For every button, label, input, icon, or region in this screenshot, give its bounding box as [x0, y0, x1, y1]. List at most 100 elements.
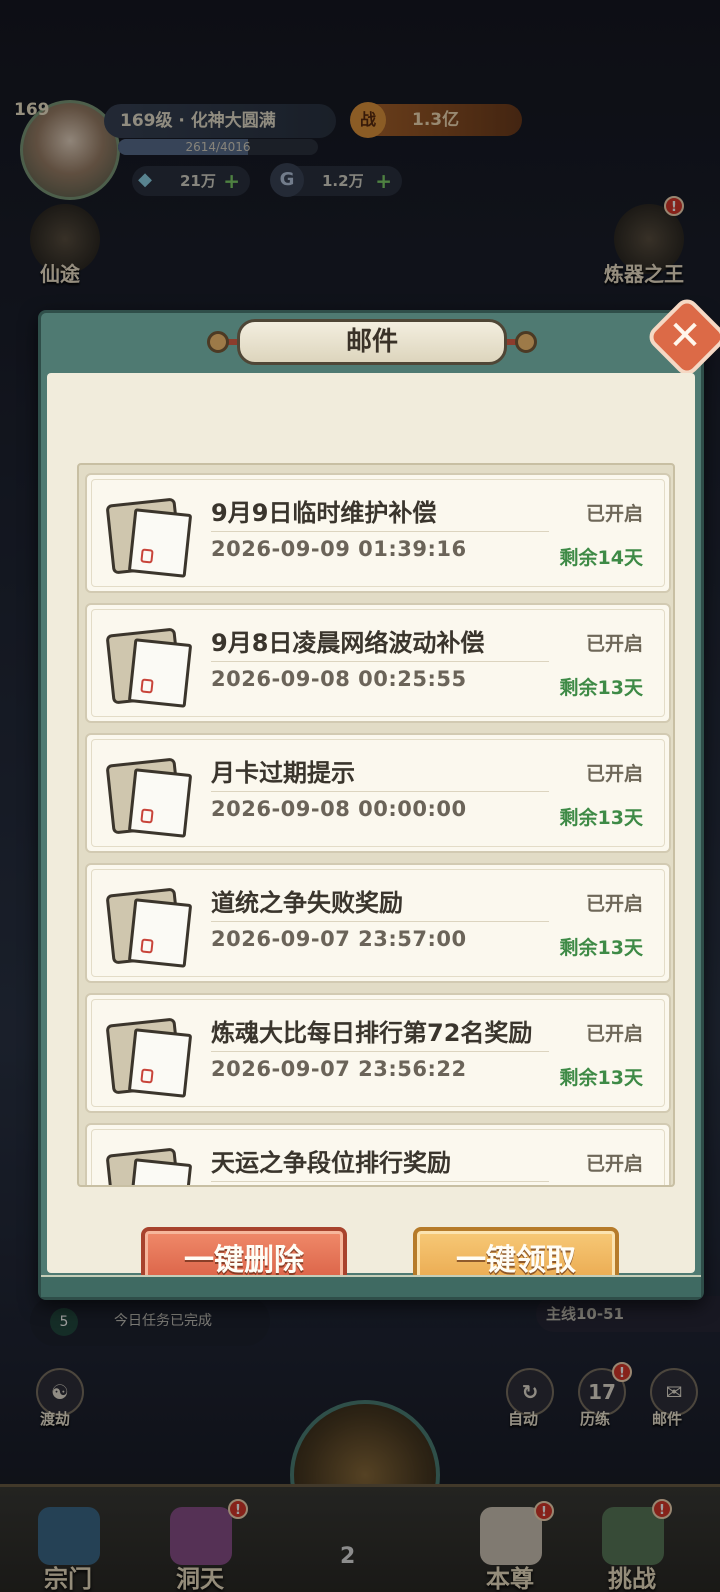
seal-stamp [140, 938, 154, 954]
mail-time: 2026-09-09 01:39:16 [211, 537, 467, 561]
dialog-title: 邮件 [237, 319, 507, 365]
task-count: 5 [50, 1308, 78, 1336]
letter-paper [127, 768, 193, 838]
mail-list[interactable]: 9月9日临时维护补偿 2026-09-09 01:39:16 已开启 剩余14天 9月8… [77, 463, 675, 1187]
lilian-badge: ! [612, 1362, 632, 1382]
currency2-value: 1.2万 [322, 172, 364, 190]
cave-icon [170, 1507, 232, 1565]
mail-time: 2026-09-08 00:00:00 [211, 797, 467, 821]
mail-title: 9月9日临时维护补偿 [211, 499, 437, 527]
coin-icon: G [270, 163, 304, 197]
mail-title: 炼魂大比每日排行第72名奖励 [211, 1019, 533, 1047]
mail-status: 已开启 [585, 633, 643, 655]
mail-status: 已开启 [585, 503, 643, 525]
mail-time: 2026-09-07 23:56:22 [211, 1057, 467, 1081]
mail-status: 已开启 [585, 1153, 643, 1175]
daily-task-bar[interactable]: 5 今日任务已完成 [30, 1296, 270, 1346]
mail-item[interactable]: 天运之争段位排行奖励 已开启 [85, 1123, 671, 1185]
mail-remaining: 剩余13天 [559, 807, 643, 829]
mail-item[interactable]: 9月9日临时维护补偿 2026-09-09 01:39:16 已开启剩余14天 [85, 473, 671, 593]
mail-divider [211, 661, 549, 662]
exp-bar: 2614/4016 [118, 139, 318, 155]
mail-remaining: 剩余13天 [559, 937, 643, 959]
center-count: 2 [340, 1544, 356, 1569]
nav-cave-badge: ! [228, 1499, 248, 1519]
mail-time: 2026-09-08 00:25:55 [211, 667, 467, 691]
nav-challenge-label: 挑战 [608, 1565, 656, 1592]
nav-sect-label: 宗门 [44, 1565, 92, 1592]
seal-stamp [140, 808, 154, 824]
mail-divider [211, 1051, 549, 1052]
mail-title: 道统之争失败奖励 [211, 889, 403, 917]
letter-paper [127, 1158, 193, 1185]
nav-challenge[interactable]: ! 挑战 [582, 1499, 682, 1592]
forge-king-label: 炼器之王 [604, 262, 684, 286]
mail-remaining: 剩余13天 [559, 1067, 643, 1089]
dujie-label: 渡劫 [40, 1410, 71, 1428]
mail-envelope-icon [105, 755, 193, 838]
mail-envelope-icon [105, 1145, 193, 1185]
close-icon[interactable]: ✕ [657, 309, 713, 365]
nav-cave[interactable]: ! 洞天 [150, 1499, 250, 1592]
lilian-label: 历练 [580, 1410, 611, 1428]
mail-time: 2026-09-07 23:57:00 [211, 927, 467, 951]
nav-challenge-badge: ! [652, 1499, 672, 1519]
letter-paper [127, 508, 193, 578]
dialog-body: 9月9日临时维护补偿 2026-09-09 01:39:16 已开启 剩余14天 9月8… [47, 373, 695, 1295]
dialog-bottom-trim [41, 1275, 701, 1297]
main-stage[interactable]: 主线10-51 [536, 1296, 720, 1332]
mail-item[interactable]: 道统之争失败奖励 2026-09-07 23:57:00 已开启剩余13天 [85, 863, 671, 983]
spirit-stone-resource: ◆ 21万 + [132, 166, 250, 196]
mail-remaining: 剩余14天 [559, 547, 643, 569]
exp-text: 2614/4016 [185, 140, 251, 154]
mail-divider [211, 791, 549, 792]
nav-cave-label: 洞天 [176, 1565, 224, 1592]
mail-dialog: 邮件 ✕ 9月9日临时维护补偿 2026-09-09 01:39:16 已开启 剩余1… [38, 294, 720, 1300]
seal-stamp [140, 678, 154, 694]
title-knob-left [207, 331, 229, 353]
realm-label: 169级 · 化神大圆满 [104, 104, 336, 138]
mail-title: 9月8日凌晨网络波动补偿 [211, 629, 485, 657]
avatar-level: 169 [14, 100, 50, 120]
auto-label: 自动 [508, 1410, 539, 1428]
forge-king-badge: ! [664, 196, 684, 216]
seal-stamp [140, 548, 154, 564]
title-knob-right [515, 331, 537, 353]
add-spirit-stone-button[interactable]: + [223, 166, 240, 196]
letter-paper [127, 898, 193, 968]
nav-self-badge: ! [534, 1501, 554, 1521]
mail-label: 邮件 [652, 1410, 683, 1428]
nav-self-label: 本尊 [486, 1565, 534, 1592]
mail-item[interactable]: 月卡过期提示 2026-09-08 00:00:00 已开启剩余13天 [85, 733, 671, 853]
mail-remaining: 剩余13天 [559, 677, 643, 699]
combat-power-value: 1.3亿 [412, 110, 460, 130]
diamond-icon: ◆ [138, 169, 152, 190]
task-text: 今日任务已完成 [114, 1313, 212, 1329]
mail-envelope-icon [105, 1015, 193, 1098]
xiantu-label: 仙途 [40, 262, 80, 286]
letter-paper [127, 638, 193, 708]
mail-envelope-icon [105, 495, 193, 578]
mail-status: 已开启 [585, 763, 643, 785]
mail-status: 已开启 [585, 1023, 643, 1045]
bottom-nav: 宗门 ! 洞天 ! 本尊 ! 挑战 [0, 1484, 720, 1592]
mail-divider [211, 531, 549, 532]
mail-envelope-icon [105, 885, 193, 968]
spirit-stone-value: 21万 [180, 172, 216, 190]
letter-paper [127, 1028, 193, 1098]
mail-divider [211, 1181, 549, 1182]
mail-title: 天运之争段位排行奖励 [211, 1149, 451, 1177]
nav-self[interactable]: ! 本尊 [460, 1501, 560, 1592]
self-icon [480, 1507, 542, 1565]
mail-divider [211, 921, 549, 922]
mail-envelope-icon [105, 625, 193, 708]
currency2-resource: G 1.2万 + [270, 163, 402, 197]
combat-power-icon: 战 [350, 102, 386, 138]
seal-stamp [140, 1068, 154, 1084]
mail-title: 月卡过期提示 [211, 759, 355, 787]
add-currency2-button[interactable]: + [375, 166, 392, 196]
mail-status: 已开启 [585, 893, 643, 915]
mail-item[interactable]: 9月8日凌晨网络波动补偿 2026-09-08 00:25:55 已开启剩余13天 [85, 603, 671, 723]
mail-item[interactable]: 炼魂大比每日排行第72名奖励 2026-09-07 23:56:22 已开启剩余13… [85, 993, 671, 1113]
nav-sect[interactable]: 宗门 [18, 1507, 118, 1592]
